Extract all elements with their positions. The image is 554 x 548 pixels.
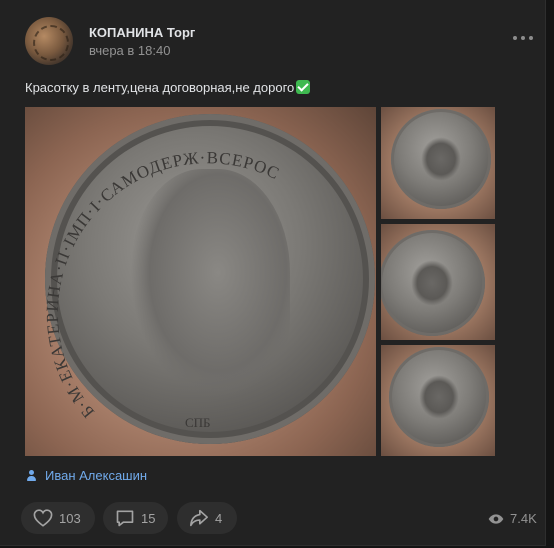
share-count: 4: [215, 510, 223, 526]
checkmark-emoji-icon: [296, 80, 311, 94]
coin-reverse-image: [391, 109, 491, 209]
thumbnail-1[interactable]: [381, 107, 495, 219]
comment-icon: [116, 510, 134, 527]
comment-count: 15: [141, 510, 156, 526]
views-count: 7.4K: [510, 511, 537, 526]
heart-icon: [33, 509, 53, 527]
post-text: Красотку в ленту,цена договорная,не доро…: [25, 80, 295, 95]
author-name[interactable]: КОПАНИНА Торг: [89, 25, 195, 40]
post-time[interactable]: вчера в 18:40: [89, 43, 170, 58]
post-signer[interactable]: Иван Алексашин: [25, 468, 147, 483]
main-photo[interactable]: Б·М·ЕКАТЕРИНА·II·IМП·I·САМОДЕРЖ·ВСЕРОС С…: [25, 107, 376, 456]
post-text-block: Красотку в ленту,цена договорная,не доро…: [25, 80, 311, 95]
coin-legend-text: Б·М·ЕКАТЕРИНА·II·IМП·I·САМОДЕРЖ·ВСЕРОС: [43, 148, 282, 421]
share-button[interactable]: 4: [177, 502, 237, 534]
thumbnail-2[interactable]: [381, 224, 495, 340]
coin-mint-mark: СПБ: [185, 415, 211, 430]
coin-reverse-closeup-image: [389, 347, 489, 447]
like-button[interactable]: 103: [21, 502, 95, 534]
share-icon: [190, 509, 208, 527]
thumbnail-3[interactable]: [381, 345, 495, 456]
coin-legend-overlay: Б·М·ЕКАТЕРИНА·II·IМП·I·САМОДЕРЖ·ВСЕРОС С…: [43, 148, 283, 430]
comment-button[interactable]: 15: [103, 502, 168, 534]
like-count: 103: [59, 510, 81, 526]
post-card: КОПАНИНА Торг вчера в 18:40 Красотку в л…: [0, 0, 546, 546]
person-icon: [25, 469, 39, 483]
more-icon[interactable]: [513, 34, 533, 42]
eye-icon: [488, 513, 504, 524]
author-avatar[interactable]: [25, 17, 73, 65]
signer-name[interactable]: Иван Алексашин: [45, 468, 147, 483]
coin-legend: Б·М·ЕКАТЕРИНА·II·IМП·I·САМОДЕРЖ·ВСЕРОС: [43, 148, 283, 421]
coin-edge-image: [381, 230, 485, 336]
views-counter: 7.4K: [488, 511, 537, 526]
